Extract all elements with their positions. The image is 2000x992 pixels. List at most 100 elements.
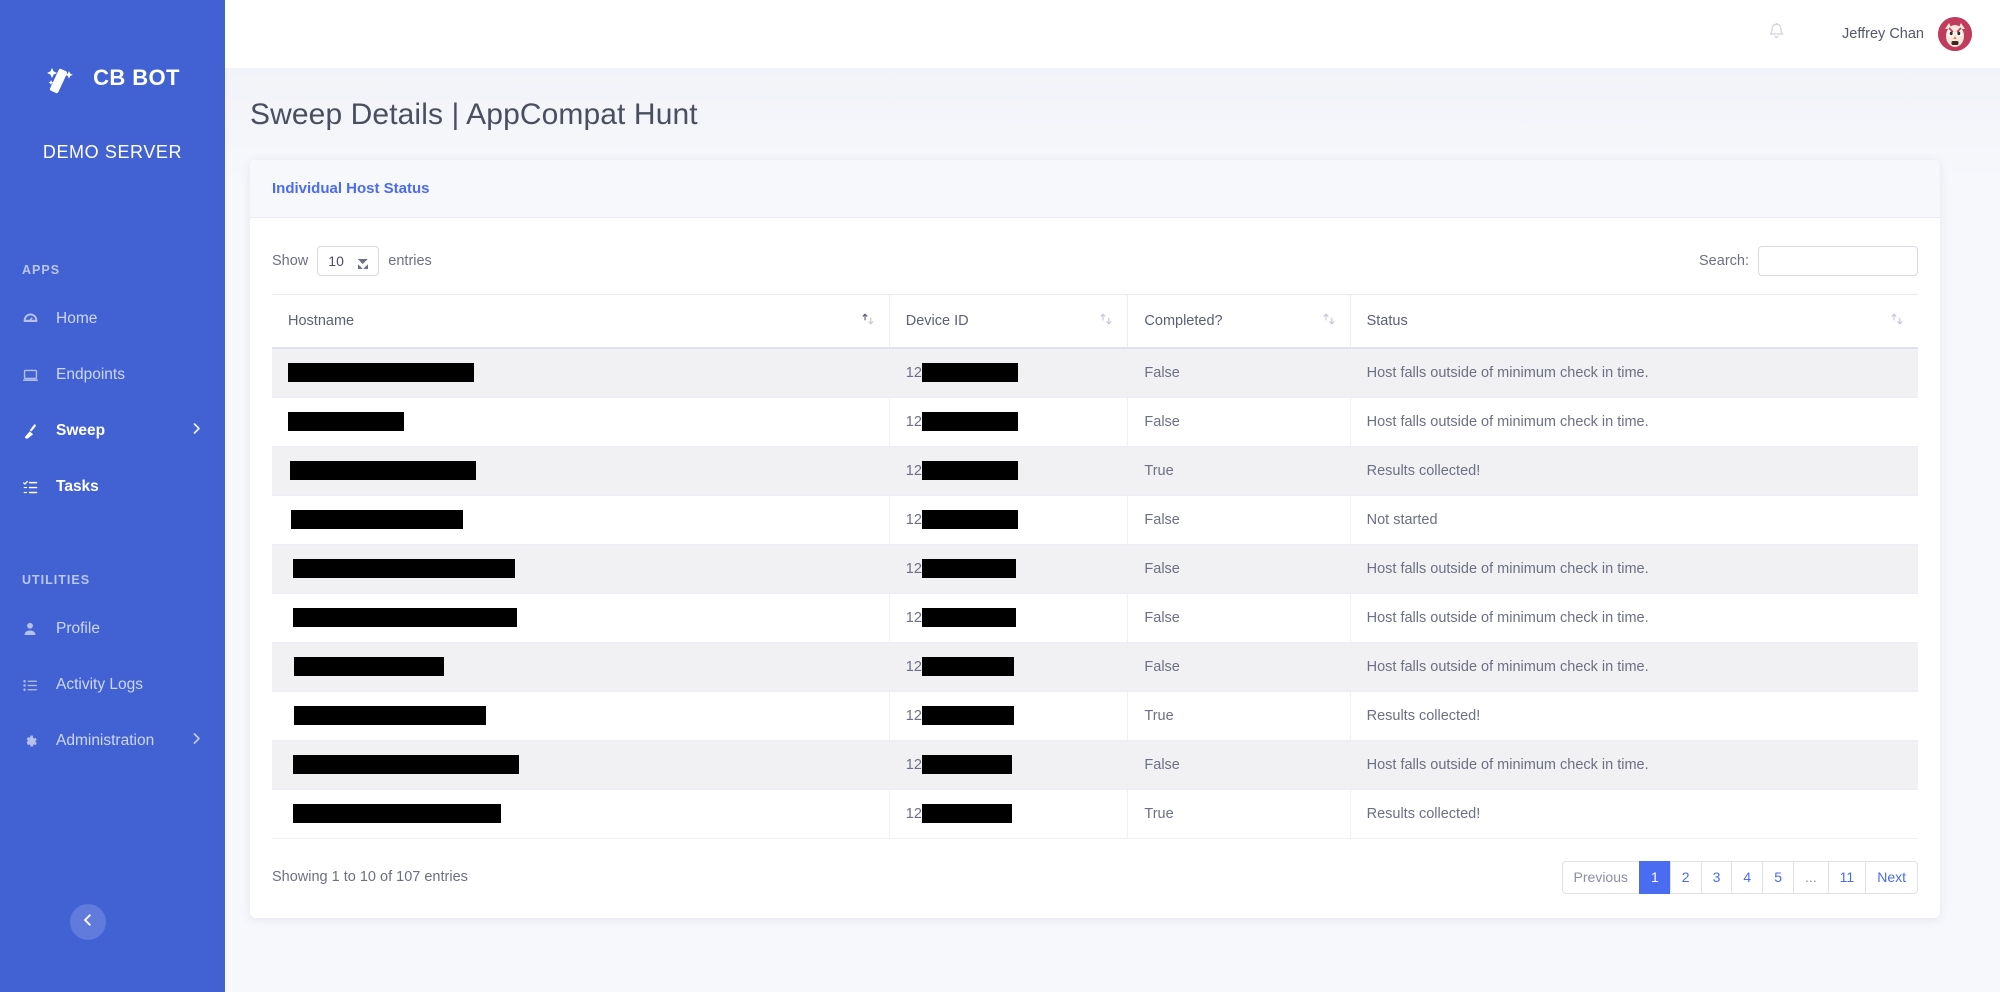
redacted-hostname [288,363,474,383]
user-name[interactable]: Jeffrey Chan [1842,26,1924,42]
pagination-2[interactable]: 2 [1669,860,1701,894]
sidebar-item-tasks[interactable]: Tasks [0,459,225,515]
show-entries-control: Show 102550100 entries [272,246,432,276]
table-row[interactable]: 12 True Results collected! [272,789,1918,839]
column-header-label: Hostname [288,313,355,329]
sort-icon [1099,312,1113,330]
cell-device-id: 12 [889,544,1129,594]
pagination-4[interactable]: 4 [1731,860,1763,894]
nav-list-apps: Home Endpoints Sweep Tasks [0,291,225,515]
redacted-device-id [921,510,1018,529]
table-row[interactable]: 12 False Not started [272,495,1918,545]
cell-status: Host falls outside of minimum check in t… [1350,642,1918,692]
pagination-3[interactable]: 3 [1700,860,1732,894]
avatar[interactable] [1938,17,1972,51]
device-id-value: 12 [906,755,1012,774]
cell-completed: False [1127,397,1351,447]
device-id-prefix: 12 [905,560,922,577]
redacted-device-id [921,461,1018,480]
sidebar-item-label: Administration [56,732,155,749]
device-id-prefix: 12 [905,756,922,773]
cell-hostname [272,642,890,692]
redacted-device-id [921,608,1016,627]
table-row[interactable]: 12 False Host falls outside of minimum che… [272,348,1918,398]
cell-hostname [272,789,890,839]
cell-hostname [272,397,890,447]
cell-device-id: 12 [889,691,1129,741]
sidebar-collapse-button[interactable] [70,904,106,940]
redacted-device-id [921,804,1012,823]
device-id-value: 12 [906,510,1018,529]
redacted-hostname [294,657,444,676]
device-id-value: 12 [906,804,1012,823]
cell-completed: False [1127,348,1351,398]
sidebar-item-label: Home [56,310,98,327]
search-input[interactable] [1758,246,1918,276]
column-header-completed[interactable]: Completed? [1127,294,1351,349]
device-id-value: 12 [906,412,1018,431]
pagination-previous[interactable]: Previous [1561,860,1639,894]
column-header-label: Completed? [1144,313,1223,329]
table-row[interactable]: 12 False Host falls outside of minimum che… [272,740,1918,790]
table-row[interactable]: 12 True Results collected! [272,446,1918,496]
bell-icon[interactable] [1767,22,1786,46]
device-id-prefix: 12 [905,707,922,724]
cell-hostname [272,740,890,790]
page-length-select[interactable]: 102550100 [317,246,380,276]
chevron-left-icon [81,913,95,932]
topbar: Jeffrey Chan [225,0,2000,68]
redacted-hostname [288,412,404,431]
device-id-prefix: 12 [905,805,922,822]
host-status-table: Hostname Device ID Completed? Status 12 Fals… [272,294,1918,839]
sidebar-item-label: Profile [56,620,100,637]
show-label: Show [272,253,309,269]
cell-status: Host falls outside of minimum check in t… [1350,740,1918,790]
sidebar-item-label: Sweep [56,422,106,439]
cell-completed: False [1127,593,1351,643]
table-row[interactable]: 12 False Host falls outside of minimum che… [272,397,1918,447]
device-id-value: 12 [906,608,1016,627]
user-icon [22,620,44,638]
cell-completed: False [1127,740,1351,790]
redacted-hostname [290,461,476,480]
avatar-owl-icon [1938,17,1972,51]
sidebar-item-activity-logs[interactable]: Activity Logs [0,657,225,713]
card-header: Individual Host Status [250,160,1940,218]
cell-completed: False [1127,642,1351,692]
cell-status: Not started [1350,495,1918,545]
cell-completed: False [1127,544,1351,594]
search-label: Search: [1699,253,1749,269]
sidebar-item-endpoints[interactable]: Endpoints [0,347,225,403]
brand[interactable]: CB BOT [0,0,225,120]
table-row[interactable]: 12 True Results collected! [272,691,1918,741]
pagination-5[interactable]: 5 [1762,860,1793,894]
pagination-next[interactable]: Next [1865,860,1918,894]
sidebar-item-sweep[interactable]: Sweep [0,403,225,459]
cell-completed: False [1127,495,1351,545]
device-id-prefix: 12 [905,609,922,626]
table-row[interactable]: 12 False Host falls outside of minimum che… [272,593,1918,643]
sort-icon [1322,312,1336,330]
task-list-icon [22,478,44,496]
table-row[interactable]: 12 False Host falls outside of minimum che… [272,544,1918,594]
search-control: Search: [1699,246,1918,276]
column-header-hostname[interactable]: Hostname [272,294,890,349]
column-header-status[interactable]: Status [1350,294,1918,349]
device-id-prefix: 12 [905,364,922,381]
pagination-11[interactable]: 11 [1827,860,1866,894]
sidebar-item-home[interactable]: Home [0,291,225,347]
host-status-card: Individual Host Status Show 102550100 en… [250,160,1940,918]
table-row[interactable]: 12 False Host falls outside of minimum che… [272,642,1918,692]
pagination-1[interactable]: 1 [1639,860,1670,894]
cell-device-id: 12 [889,495,1129,545]
magic-wand-icon [45,61,79,95]
sidebar-item-profile[interactable]: Profile [0,601,225,657]
nav-section-apps-title: APPS [22,263,61,277]
broom-icon [22,422,44,440]
redacted-device-id [921,706,1014,725]
column-header-device-id[interactable]: Device ID [889,294,1129,349]
device-id-prefix: 12 [905,413,922,430]
sidebar-item-administration[interactable]: Administration [0,713,225,769]
redacted-device-id [921,412,1018,431]
redacted-device-id [921,363,1018,383]
